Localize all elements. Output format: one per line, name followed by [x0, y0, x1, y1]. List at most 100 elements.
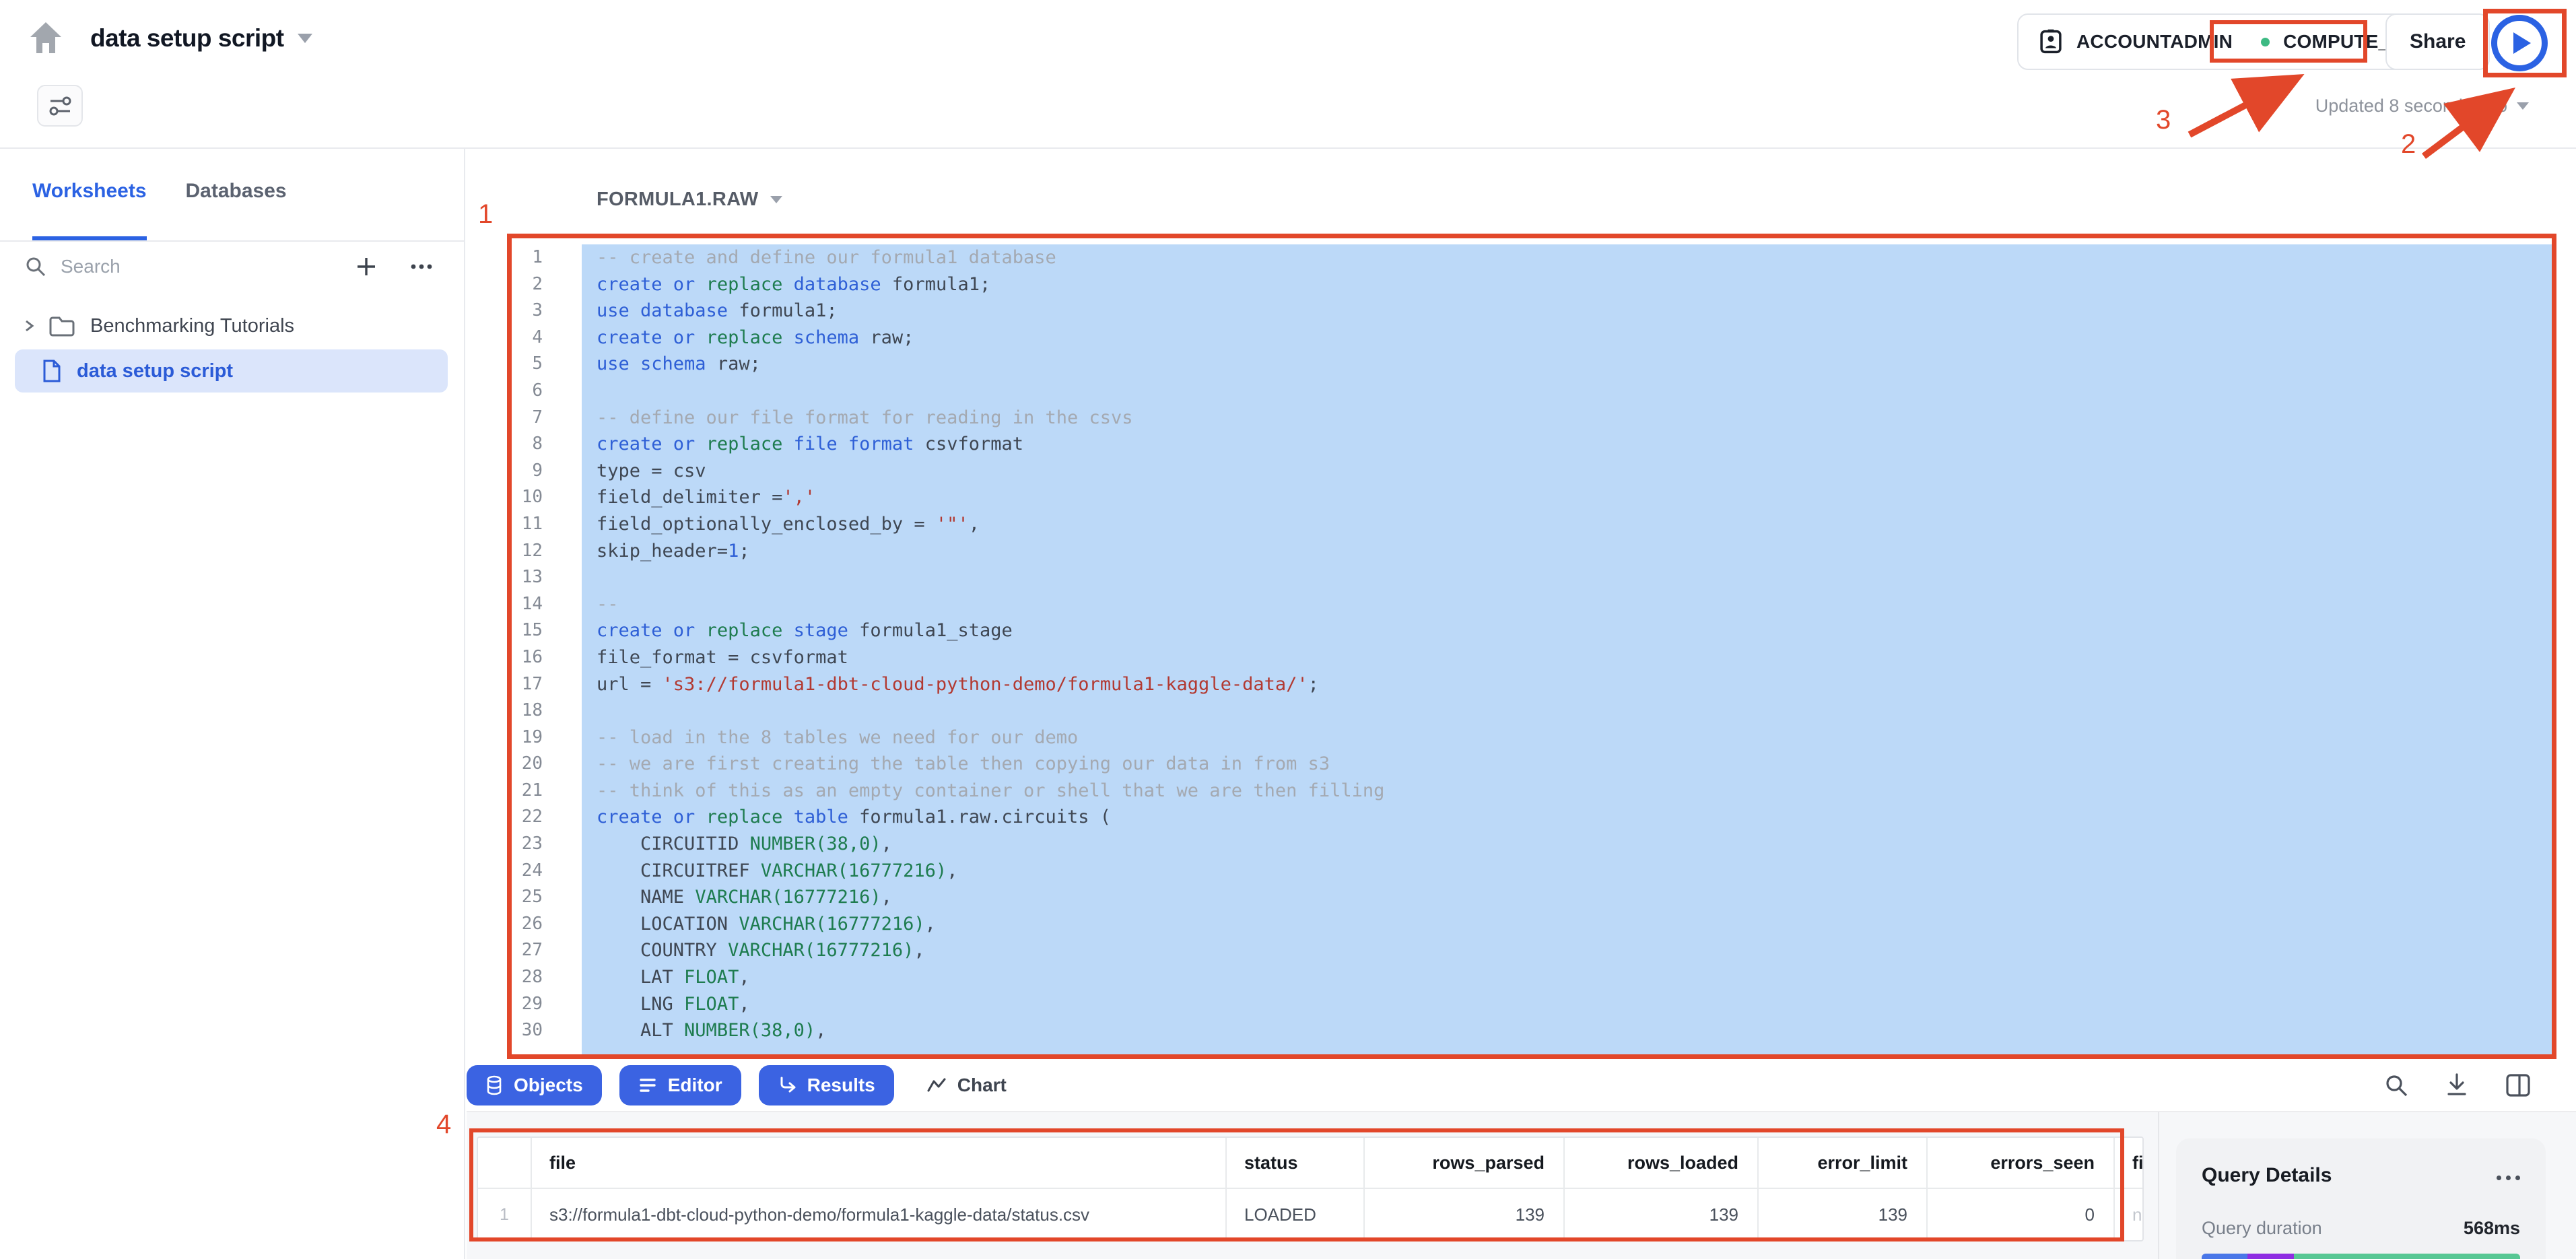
results-data-row[interactable]: 1s3://formula1-dbt-cloud-python-demo/for… [478, 1189, 2142, 1240]
share-label: Share [2410, 30, 2466, 53]
code-text-selected[interactable]: COUNTRY VARCHAR(16777216), [582, 937, 2552, 964]
code-text-selected[interactable]: create or replace database formula1; [582, 271, 2552, 298]
code-line[interactable]: 24 CIRCUITREF VARCHAR(16777216), [504, 858, 2552, 885]
chart-tab[interactable]: Chart [926, 1075, 1007, 1096]
code-text-selected[interactable]: CIRCUITREF VARCHAR(16777216), [582, 858, 2552, 885]
code-line[interactable]: 10field_delimiter =',' [504, 484, 2552, 511]
editor-button[interactable]: Editor [619, 1065, 741, 1105]
code-text-selected[interactable]: use database formula1; [582, 298, 2552, 325]
code-text-selected[interactable]: skip_header=1; [582, 538, 2552, 565]
search-icon [24, 255, 47, 278]
query-details-menu-icon[interactable] [2497, 1171, 2520, 1180]
more-options-icon[interactable] [409, 255, 434, 278]
code-text-selected[interactable]: LNG FLOAT, [582, 991, 2552, 1018]
cell-status: LOADED [1227, 1189, 1365, 1240]
results-button[interactable]: Results [759, 1065, 894, 1105]
code-line[interactable]: 12skip_header=1; [504, 538, 2552, 565]
code-text-selected[interactable]: type = csv [582, 458, 2552, 485]
code-text-selected[interactable]: -- define our file format for reading in… [582, 405, 2552, 432]
tab-worksheets[interactable]: Worksheets [32, 180, 147, 240]
search-input[interactable] [61, 256, 236, 277]
code-text-selected[interactable]: NAME VARCHAR(16777216), [582, 884, 2552, 911]
code-line[interactable]: 30 ALT NUMBER(38,0), [504, 1017, 2552, 1044]
code-text-selected[interactable]: field_optionally_enclosed_by = '"', [582, 511, 2552, 538]
annotation-label-2: 2 [2401, 129, 2416, 160]
code-line[interactable]: 14 -- [504, 591, 2552, 618]
code-line[interactable]: 28 LAT FLOAT, [504, 964, 2552, 991]
share-button[interactable]: Share [2385, 13, 2490, 70]
code-text-selected[interactable]: create or replace file format csvformat [582, 431, 2552, 458]
code-text-selected[interactable]: -- load in the 8 tables we need for our … [582, 724, 2552, 751]
worksheet-title-menu[interactable]: data setup script [90, 24, 312, 53]
code-line[interactable]: 29 LNG FLOAT, [504, 991, 2552, 1018]
filters-button[interactable] [37, 85, 83, 127]
user-badge-icon [2039, 29, 2063, 55]
code-line[interactable]: 1-- create and define our formula1 datab… [504, 244, 2552, 271]
context-label: FORMULA1.RAW [597, 189, 758, 211]
code-line[interactable]: 13 [504, 564, 2552, 591]
code-text-selected[interactable]: -- we are first creating the table then … [582, 751, 2552, 778]
database-icon [485, 1075, 503, 1095]
role-warehouse-selector[interactable]: ACCOUNTADMIN COMPUTE_WH [2017, 13, 2442, 70]
code-text-selected[interactable]: -- [582, 591, 2552, 618]
code-line[interactable]: 25 NAME VARCHAR(16777216), [504, 884, 2552, 911]
code-text-selected[interactable]: LAT FLOAT, [582, 964, 2552, 991]
code-text-selected[interactable] [582, 697, 2552, 724]
new-worksheet-button[interactable] [355, 255, 378, 278]
code-line[interactable]: 5use schema raw; [504, 351, 2552, 378]
code-line[interactable]: 2create or replace database formula1; [504, 271, 2552, 298]
code-line[interactable]: 6 [504, 378, 2552, 405]
download-icon[interactable] [2444, 1072, 2470, 1099]
updated-status[interactable]: Updated 8 seconds ago [2315, 96, 2529, 116]
code-text-selected[interactable] [582, 378, 2552, 405]
folder-icon [48, 314, 75, 337]
code-text-selected[interactable]: -- create and define our formula1 databa… [582, 244, 2552, 271]
code-text-selected[interactable]: create or replace schema raw; [582, 325, 2552, 351]
code-text-selected[interactable]: CIRCUITID NUMBER(38,0), [582, 831, 2552, 858]
code-line[interactable]: 17url = 's3://formula1-dbt-cloud-python-… [504, 671, 2552, 698]
code-line[interactable]: 3use database formula1; [504, 298, 2552, 325]
code-text-selected[interactable]: field_delimiter =',' [582, 484, 2552, 511]
code-text-selected[interactable]: url = 's3://formula1-dbt-cloud-python-de… [582, 671, 2552, 698]
split-view-icon[interactable] [2505, 1073, 2532, 1098]
code-line[interactable]: 20-- we are first creating the table the… [504, 751, 2552, 778]
code-line-partial[interactable] [504, 1044, 2552, 1056]
objects-button[interactable]: Objects [467, 1065, 602, 1105]
code-line[interactable]: 26 LOCATION VARCHAR(16777216), [504, 911, 2552, 938]
code-text-selected[interactable]: file_format = csvformat [582, 644, 2552, 671]
tab-databases[interactable]: Databases [186, 180, 287, 240]
code-line[interactable]: 4create or replace schema raw; [504, 325, 2552, 351]
home-button[interactable] [24, 18, 67, 58]
tree-folder-benchmarking-tutorials[interactable]: Benchmarking Tutorials [0, 305, 464, 347]
tree-item-data-setup-script[interactable]: data setup script [15, 349, 448, 393]
duration-bar-segment-2 [2294, 1254, 2520, 1259]
code-line[interactable]: 22create or replace table formula1.raw.c… [504, 804, 2552, 831]
code-line[interactable]: 16file_format = csvformat [504, 644, 2552, 671]
database-context-selector[interactable]: FORMULA1.RAW [597, 189, 782, 211]
code-text-selected[interactable]: -- think of this as an empty container o… [582, 778, 2552, 805]
updated-caret-icon [2517, 102, 2529, 110]
code-line[interactable]: 7-- define our file format for reading i… [504, 405, 2552, 432]
code-line[interactable]: 9type = csv [504, 458, 2552, 485]
code-line[interactable]: 27 COUNTRY VARCHAR(16777216), [504, 937, 2552, 964]
code-text-selected[interactable]: create or replace stage formula1_stage [582, 617, 2552, 644]
code-line[interactable]: 19-- load in the 8 tables we need for ou… [504, 724, 2552, 751]
code-text-selected[interactable]: use schema raw; [582, 351, 2552, 378]
code-line[interactable]: 21-- think of this as an empty container… [504, 778, 2552, 805]
code-line[interactable]: 23 CIRCUITID NUMBER(38,0), [504, 831, 2552, 858]
code-text-selected[interactable]: LOCATION VARCHAR(16777216), [582, 911, 2552, 938]
sql-editor[interactable]: 1-- create and define our formula1 datab… [504, 244, 2552, 1056]
code-text-selected[interactable] [582, 564, 2552, 591]
search-results-icon[interactable] [2383, 1073, 2409, 1098]
code-line[interactable]: 8create or replace file format csvformat [504, 431, 2552, 458]
annotation-label-3: 3 [2156, 105, 2171, 135]
sidebar: Worksheets Databases [0, 149, 465, 1259]
code-line[interactable]: 11field_optionally_enclosed_by = '"', [504, 511, 2552, 538]
code-text-selected[interactable]: create or replace table formula1.raw.cir… [582, 804, 2552, 831]
code-text-selected[interactable]: ALT NUMBER(38,0), [582, 1017, 2552, 1044]
sidebar-tabs: Worksheets Databases [0, 149, 464, 242]
run-button[interactable] [2491, 15, 2548, 71]
code-line[interactable]: 18 [504, 697, 2552, 724]
code-line[interactable]: 15create or replace stage formula1_stage [504, 617, 2552, 644]
line-number: 14 [504, 591, 543, 618]
